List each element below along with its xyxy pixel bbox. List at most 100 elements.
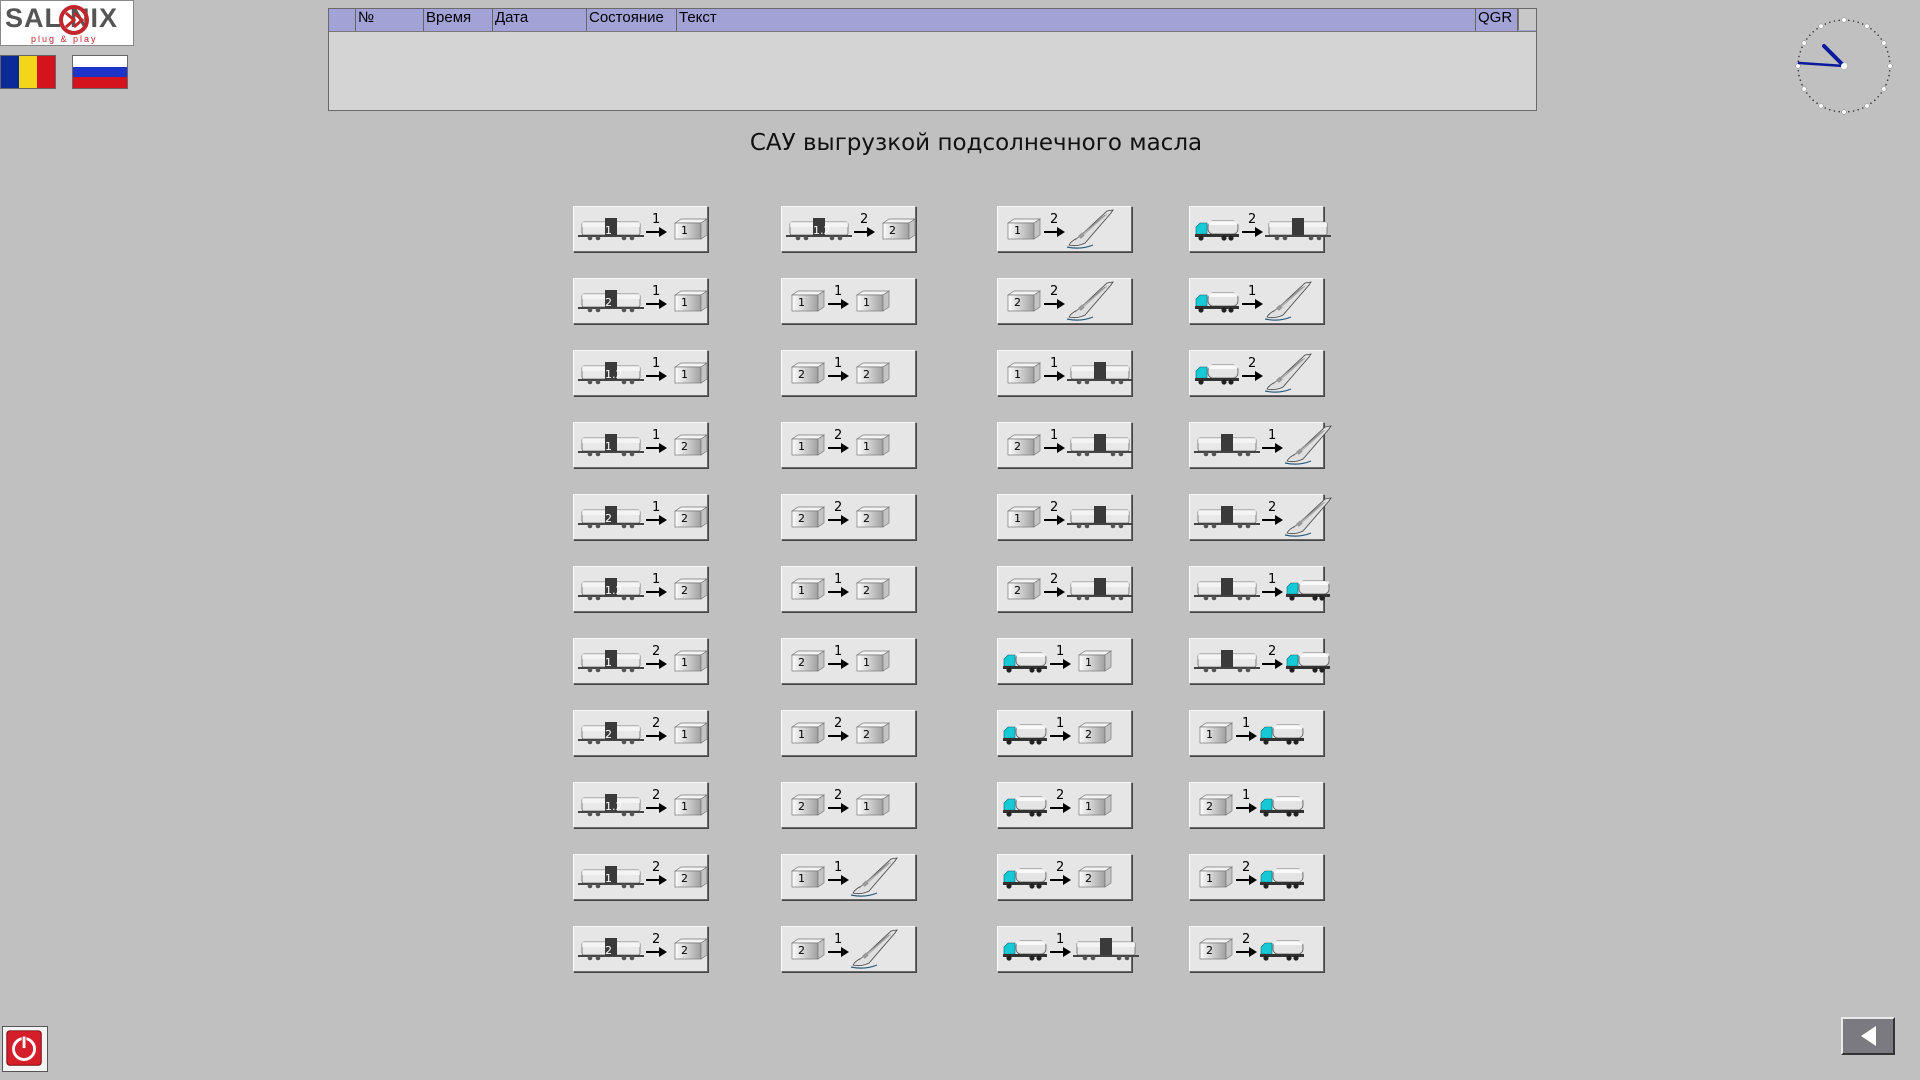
tank-icon xyxy=(1002,567,1042,611)
route-button[interactable]: 2 1.2 2 xyxy=(781,206,917,252)
route-button[interactable]: 11 xyxy=(781,854,916,900)
route-button[interactable]: 22 xyxy=(997,278,1132,324)
destination-label: 1 xyxy=(863,296,870,309)
line-number: 2 xyxy=(1050,212,1059,227)
column-header-state[interactable]: Состояние xyxy=(587,9,677,31)
route-button[interactable]: 12 xyxy=(781,926,916,972)
tank-icon xyxy=(851,711,891,755)
truck-icon xyxy=(1259,711,1305,755)
line-number: 2 xyxy=(834,788,843,803)
source-label: 1 xyxy=(605,440,612,453)
route-button[interactable]: 2 2 1 xyxy=(573,710,709,756)
alarm-table-scroll-button[interactable] xyxy=(1518,9,1536,30)
route-button[interactable]: 12 xyxy=(1189,782,1324,828)
route-button[interactable]: 1 1 2 xyxy=(781,566,916,612)
back-button[interactable] xyxy=(1841,1017,1895,1055)
route-button[interactable]: 12 xyxy=(997,710,1132,756)
ship-icon xyxy=(851,927,899,971)
route-button[interactable]: 11 xyxy=(997,350,1133,396)
route-button[interactable]: 2 1 2 xyxy=(781,710,916,756)
line-number: 2 xyxy=(1050,500,1059,515)
route-button[interactable]: 11 xyxy=(997,638,1132,684)
arrow-right-icon xyxy=(1242,299,1263,309)
source-label: 1.2 xyxy=(605,800,623,813)
alarm-table[interactable]: № Время Дата Состояние Текст QGR xyxy=(328,8,1537,111)
railcar-icon xyxy=(1194,567,1260,611)
destination-label: 1 xyxy=(681,296,688,309)
route-button[interactable]: 2 2 2 xyxy=(573,926,709,972)
source-label: 1 xyxy=(605,872,612,885)
route-button[interactable]: 2 xyxy=(1189,206,1331,252)
route-button[interactable]: 1 1.2 2 xyxy=(573,566,709,612)
language-romanian-button[interactable] xyxy=(0,55,56,89)
tank-icon xyxy=(669,855,709,899)
column-header-select[interactable] xyxy=(329,9,356,31)
tank-icon xyxy=(669,639,709,683)
destination-label: 1 xyxy=(1085,656,1092,669)
tank-icon xyxy=(851,783,891,827)
route-button[interactable]: 2 1 2 xyxy=(573,854,709,900)
route-button[interactable]: 11 xyxy=(1189,710,1324,756)
route-button[interactable]: 21 xyxy=(997,494,1133,540)
route-button[interactable]: 2 xyxy=(1189,350,1324,396)
route-button[interactable]: 1 xyxy=(997,926,1139,972)
column-header-text[interactable]: Текст xyxy=(677,9,1476,31)
route-button[interactable]: 21 xyxy=(997,782,1132,828)
route-button[interactable]: 2 2 2 xyxy=(781,494,916,540)
route-button[interactable]: 22 xyxy=(1189,926,1324,972)
arrow-right-icon xyxy=(1044,587,1065,597)
arrow-right-icon xyxy=(1044,227,1065,237)
tank-icon xyxy=(669,351,709,395)
route-button[interactable]: 1 1.2 1 xyxy=(573,350,709,396)
source-label: 1 xyxy=(1014,512,1021,525)
column-header-date[interactable]: Дата xyxy=(493,9,587,31)
route-button[interactable]: 1 xyxy=(1189,278,1324,324)
route-button[interactable]: 21 xyxy=(997,206,1132,252)
arrow-right-icon xyxy=(1236,803,1257,813)
arrow-right-icon xyxy=(646,227,667,237)
flag-ro-stripe-1 xyxy=(1,56,19,88)
column-header-time[interactable]: Время xyxy=(424,9,493,31)
source-label: 2 xyxy=(1206,944,1213,957)
route-button[interactable]: 1 xyxy=(1189,422,1332,468)
route-button[interactable]: 1 2 2 xyxy=(781,350,916,396)
arrow-right-icon xyxy=(1050,659,1071,669)
route-button[interactable]: 2 xyxy=(1189,494,1332,540)
ship-icon xyxy=(1285,423,1333,467)
route-button[interactable]: 2 1 1 xyxy=(781,422,916,468)
route-button[interactable]: 2 2 1 xyxy=(781,782,916,828)
column-header-number[interactable]: № xyxy=(356,9,424,31)
route-button[interactable]: 22 xyxy=(997,566,1133,612)
route-button[interactable]: 1 1 1 xyxy=(781,278,916,324)
language-russian-button[interactable] xyxy=(72,55,128,89)
column-header-qgr[interactable]: QGR xyxy=(1476,9,1518,31)
route-button[interactable]: 1 xyxy=(1189,566,1330,612)
source-label: 2 xyxy=(1014,584,1021,597)
tank-icon xyxy=(1002,423,1042,467)
route-button[interactable]: 1 1 1 xyxy=(573,206,709,252)
ship-icon xyxy=(1265,351,1313,395)
line-number: 1 xyxy=(1056,644,1065,659)
route-button[interactable]: 1 1 2 xyxy=(573,422,709,468)
route-button[interactable]: 12 xyxy=(997,422,1133,468)
route-button[interactable]: 2 xyxy=(1189,638,1330,684)
tank-icon xyxy=(851,567,891,611)
source-label: 2 xyxy=(605,944,612,957)
tank-icon xyxy=(669,207,709,251)
route-button[interactable]: 21 xyxy=(1189,854,1324,900)
flag-ro-stripe-3 xyxy=(37,56,55,88)
arrow-right-icon xyxy=(646,803,667,813)
route-button[interactable]: 2 1 1 xyxy=(573,638,709,684)
line-number: 2 xyxy=(1268,644,1277,659)
route-button[interactable]: 2 1.2 1 xyxy=(573,782,709,828)
tank-icon xyxy=(1194,855,1234,899)
route-button[interactable]: 1 2 2 xyxy=(573,494,709,540)
arrow-right-icon xyxy=(646,443,667,453)
railcar-icon xyxy=(1067,423,1133,467)
route-button[interactable]: 1 2 1 xyxy=(781,638,916,684)
power-button[interactable] xyxy=(2,1026,48,1072)
tank-icon xyxy=(786,711,826,755)
route-button[interactable]: 1 2 1 xyxy=(573,278,709,324)
arrow-right-icon xyxy=(646,875,667,885)
route-button[interactable]: 22 xyxy=(997,854,1132,900)
